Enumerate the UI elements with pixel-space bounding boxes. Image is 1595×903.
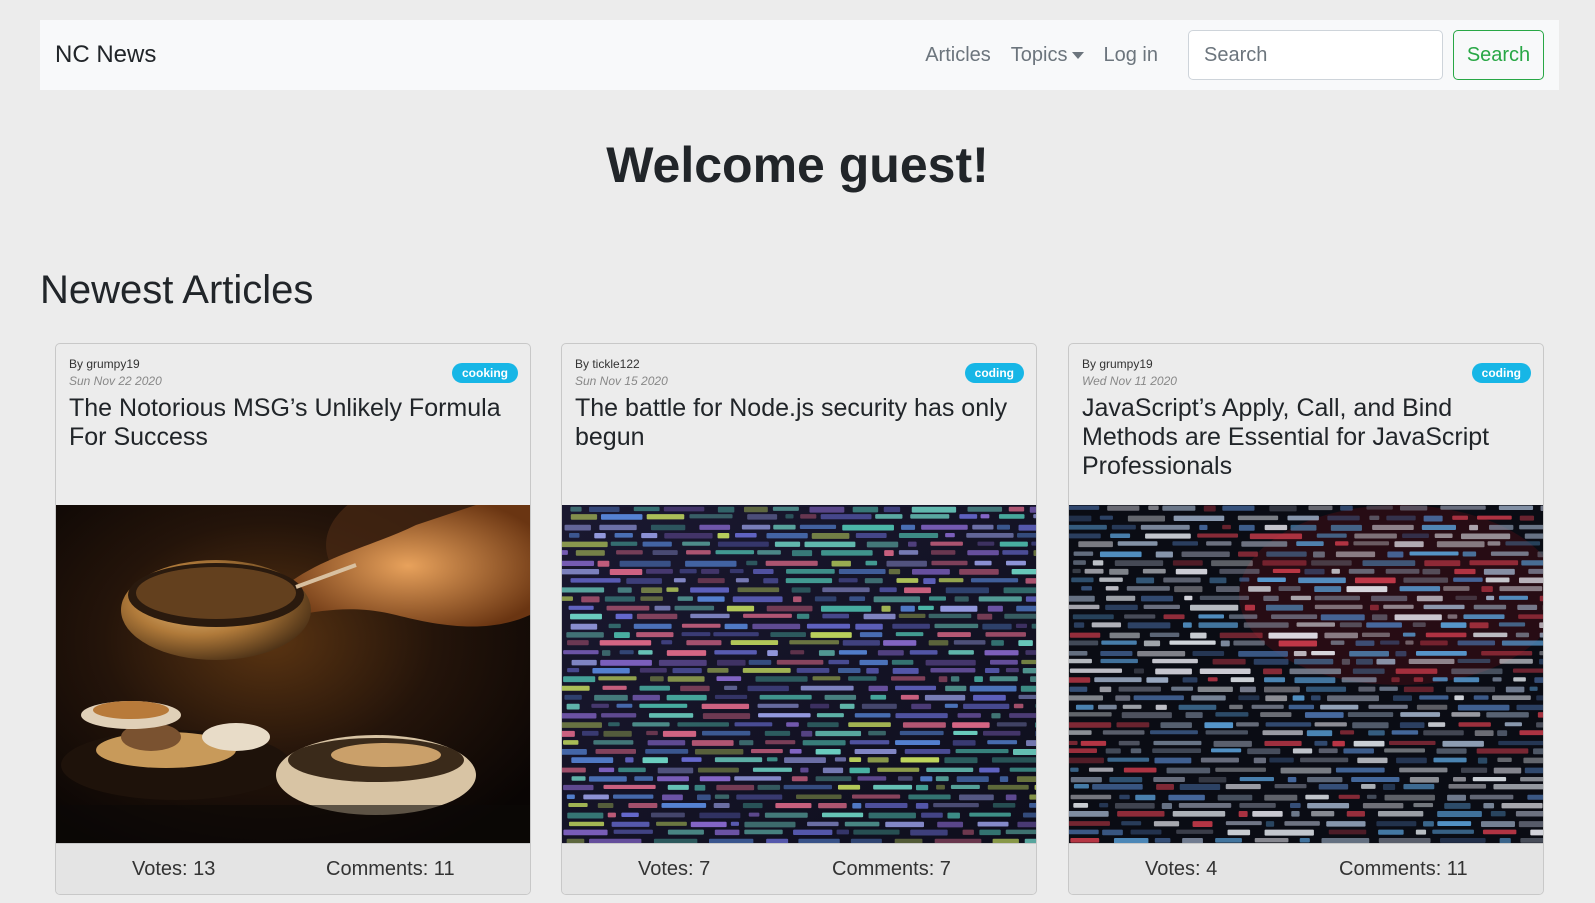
nav-topics-label: Topics <box>1010 43 1068 66</box>
search-button[interactable]: Search <box>1453 30 1544 80</box>
nav-topics-dropdown[interactable]: Topics <box>1011 44 1084 67</box>
article-title[interactable]: The battle for Node.js security has only… <box>575 394 1024 452</box>
article-author: By grumpy19 <box>69 357 140 371</box>
nav-articles[interactable]: Articles <box>925 44 991 67</box>
search-input[interactable] <box>1188 30 1443 80</box>
article-comments[interactable]: Comments: 11 <box>326 858 455 881</box>
article-votes: Votes: 7 <box>638 858 711 880</box>
brand-link[interactable]: NC News <box>55 41 156 69</box>
article-author: By grumpy19 <box>1082 357 1153 371</box>
article-comments[interactable]: Comments: 7 <box>832 858 951 881</box>
topic-badge[interactable]: coding <box>1471 363 1531 383</box>
article-date: Sun Nov 22 2020 <box>69 374 162 388</box>
code-screen-photo <box>562 505 1036 843</box>
section-title: Newest Articles <box>40 268 314 312</box>
article-date: Sun Nov 15 2020 <box>575 374 668 388</box>
card-header: By grumpy19 Sun Nov 22 2020 cooking The … <box>56 344 530 505</box>
card-footer: Votes: 7 Comments: 7 <box>562 843 1036 894</box>
caret-down-icon <box>1071 51 1084 59</box>
card-footer: Votes: 4 Comments: 11 <box>1069 843 1543 894</box>
navbar: NC News Articles Topics Log in Search <box>40 20 1559 90</box>
article-votes: Votes: 4 <box>1145 858 1218 880</box>
article-title[interactable]: JavaScript’s Apply, Call, and Bind Metho… <box>1082 394 1531 481</box>
nav-login[interactable]: Log in <box>1104 44 1159 67</box>
card-footer: Votes: 13 Comments: 11 <box>56 843 530 894</box>
article-date: Wed Nov 11 2020 <box>1082 374 1177 388</box>
article-comments[interactable]: Comments: 11 <box>1339 858 1468 881</box>
article-votes: Votes: 13 <box>132 858 216 880</box>
welcome-heading: Welcome guest! <box>606 137 989 193</box>
article-card[interactable]: By tickle122 Sun Nov 15 2020 coding The … <box>561 343 1037 895</box>
article-title[interactable]: The Notorious MSG’s Unlikely Formula For… <box>69 394 518 452</box>
card-header: By tickle122 Sun Nov 15 2020 coding The … <box>562 344 1036 505</box>
topic-badge[interactable]: cooking <box>451 363 518 383</box>
cooking-photo <box>56 505 530 843</box>
code-screen-photo <box>1069 505 1543 843</box>
card-header: By grumpy19 Wed Nov 11 2020 coding JavaS… <box>1069 344 1543 505</box>
article-card[interactable]: By grumpy19 Sun Nov 22 2020 cooking The … <box>55 343 531 895</box>
search-form: Search <box>1188 30 1544 80</box>
article-card[interactable]: By grumpy19 Wed Nov 11 2020 coding JavaS… <box>1068 343 1544 895</box>
topic-badge[interactable]: coding <box>964 363 1024 383</box>
nav-links: Articles Topics Log in Search <box>925 30 1544 80</box>
article-author: By tickle122 <box>575 357 640 371</box>
